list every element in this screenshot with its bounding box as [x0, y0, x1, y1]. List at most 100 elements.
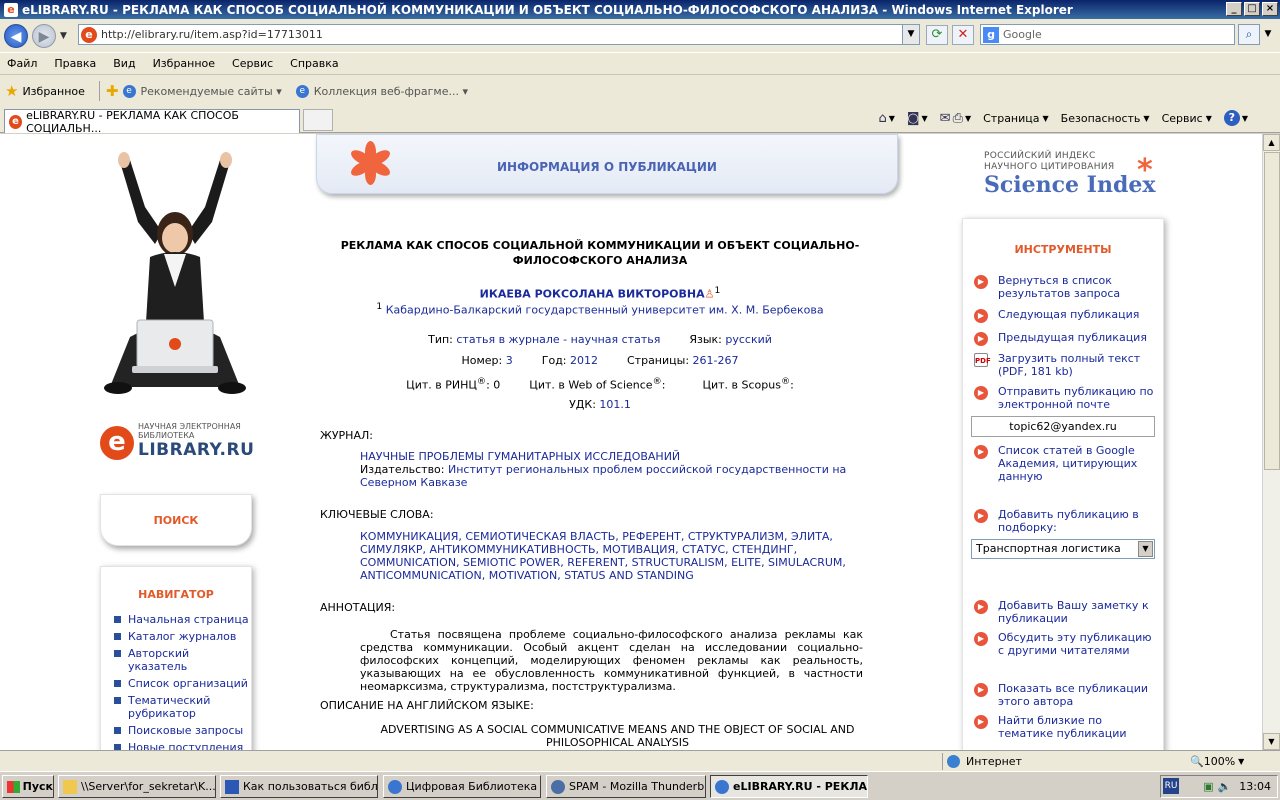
tab-elibrary[interactable]: e eLIBRARY.RU - РЕКЛАМА КАК СПОСОБ СОЦИА… — [4, 109, 300, 135]
udk-value[interactable]: 101.1 — [599, 398, 631, 411]
tool-link[interactable]: Показать все публикации этого автора — [998, 682, 1154, 708]
scroll-up-icon[interactable]: ▲ — [1263, 134, 1280, 151]
search-go-button[interactable]: ⌕ — [1238, 24, 1260, 45]
keywords-links[interactable]: КОММУНИКАЦИЯ, СЕМИОТИЧЕСКАЯ ВЛАСТЬ, РЕФЕ… — [360, 530, 850, 582]
scroll-down-icon[interactable]: ▼ — [1263, 733, 1280, 750]
tool-similar-publications[interactable]: ▶ Найти близкие по тематике публикации — [974, 714, 1154, 740]
volume-icon[interactable]: 🔈 — [1218, 780, 1232, 793]
page-dropdown-icon[interactable]: ▼ — [1043, 114, 1049, 123]
suggested-sites-link[interactable]: e Рекомендуемые сайты ▾ — [122, 84, 282, 98]
maximize-button[interactable]: □ — [1244, 2, 1260, 16]
task-ie-elibrary[interactable]: eLIBRARY.RU - РЕКЛА... — [710, 775, 868, 798]
home-dropdown-icon[interactable]: ▼ — [889, 114, 895, 123]
web-slice-gallery-link[interactable]: e Коллекция веб-фрагме... ▾ — [295, 84, 468, 98]
favorites-star-icon[interactable]: ★ — [5, 82, 18, 100]
task-word-doc[interactable]: Как пользоваться библ... — [220, 775, 378, 798]
tool-link[interactable]: Отправить публикацию по электронной почт… — [998, 385, 1154, 411]
tools-menu[interactable]: Сервис — [1162, 112, 1203, 125]
clock[interactable]: 13:04 — [1239, 780, 1271, 793]
nav-link[interactable]: Авторский указатель — [128, 647, 251, 673]
tool-link[interactable]: Добавить публикацию в подборку: — [998, 508, 1154, 534]
tool-send-email[interactable]: ▶ Отправить публикацию по электронной поч… — [974, 385, 1154, 411]
tool-link[interactable]: Обсудить эту публикацию с другими читате… — [998, 631, 1154, 657]
close-window-button[interactable]: × — [1262, 2, 1278, 16]
tool-link[interactable]: Предыдущая публикация — [998, 331, 1147, 344]
network-icon[interactable]: ▣ — [1203, 780, 1213, 793]
menu-favorites[interactable]: Избранное — [153, 57, 215, 70]
start-button[interactable]: Пуск — [2, 775, 54, 798]
tool-next-publication[interactable]: ▶ Следующая публикация — [974, 308, 1154, 323]
tool-download-pdf[interactable]: PDF Загрузить полный текст (PDF, 181 kb) — [974, 352, 1154, 378]
search-button[interactable]: ПОИСК — [100, 494, 252, 546]
favorites-button[interactable]: Избранное — [22, 85, 84, 98]
elibrary-logo[interactable]: e НАУЧНАЯ ЭЛЕКТРОННАЯ БИБЛИОТЕКА LIBRARY… — [100, 420, 260, 465]
nav-link[interactable]: Начальная страница — [128, 613, 249, 626]
nav-link[interactable]: Список организаций — [128, 677, 248, 690]
affiliation-link[interactable]: Кабардино-Балкарский государственный уни… — [386, 304, 824, 317]
history-dropdown-icon[interactable]: ▼ — [60, 31, 67, 41]
home-icon[interactable]: ⌂ — [878, 111, 886, 126]
nav-item-journals[interactable]: Каталог журналов — [114, 630, 251, 643]
journal-link[interactable]: НАУЧНЫЕ ПРОБЛЕМЫ ГУМАНИТАРНЫХ ИССЛЕДОВАН… — [360, 450, 850, 463]
nav-link[interactable]: Поисковые запросы — [128, 724, 243, 737]
mail-icon[interactable]: ✉ — [940, 111, 951, 126]
tool-link[interactable]: Вернуться в список результатов запроса — [998, 274, 1154, 300]
author-link[interactable]: ИКАЕВА РОКСОЛАНА ВИКТОРОВНА — [480, 288, 705, 301]
number-value[interactable]: 3 — [506, 354, 513, 367]
tool-discuss[interactable]: ▶ Обсудить эту публикацию с другими читат… — [974, 631, 1154, 657]
menu-help[interactable]: Справка — [290, 57, 338, 70]
tool-google-scholar[interactable]: ▶ Список статей в Google Академия, цитиру… — [974, 444, 1154, 483]
tool-back-to-results[interactable]: ▶ Вернуться в список результатов запроса — [974, 274, 1154, 300]
page-menu[interactable]: Страница — [983, 112, 1039, 125]
tool-link[interactable]: Список статей в Google Академия, цитирую… — [998, 444, 1154, 483]
menu-tools[interactable]: Сервис — [232, 57, 273, 70]
refresh-button[interactable]: ⟳ — [926, 25, 948, 45]
task-ie-digital-library[interactable]: Цифровая Библиотека ... — [383, 775, 541, 798]
nav-link[interactable]: Тематический рубрикатор — [128, 694, 251, 720]
tool-author-publications[interactable]: ▶ Показать все публикации этого автора — [974, 682, 1154, 708]
minimize-button[interactable]: _ — [1226, 2, 1242, 16]
vertical-scrollbar[interactable]: ▲ ▼ — [1262, 134, 1280, 750]
zoom-control[interactable]: 🔍 100% ▼ — [1190, 753, 1244, 770]
tool-link[interactable]: Следующая публикация — [998, 308, 1139, 321]
print-icon[interactable]: ⎙ — [953, 111, 963, 126]
nav-link[interactable]: Каталог журналов — [128, 630, 236, 643]
email-field[interactable]: topic62@yandex.ru — [971, 416, 1155, 437]
tool-add-note[interactable]: ▶ Добавить Вашу заметку к публикации — [974, 599, 1154, 625]
tool-link[interactable]: Добавить Вашу заметку к публикации — [998, 599, 1154, 625]
stop-button[interactable]: ✕ — [952, 25, 974, 45]
language-indicator[interactable]: RU — [1163, 778, 1179, 794]
search-options-dropdown-icon[interactable]: ▼ — [1262, 24, 1274, 45]
nav-link[interactable]: Новые поступления — [128, 741, 243, 750]
back-button[interactable]: ◀ — [4, 23, 28, 48]
nav-item-organizations[interactable]: Список организаций — [114, 677, 251, 690]
help-icon[interactable]: ? — [1223, 110, 1240, 126]
nav-item-rubricator[interactable]: Тематический рубрикатор — [114, 694, 251, 720]
nav-item-authors[interactable]: Авторский указатель — [114, 647, 251, 673]
safety-dropdown-icon[interactable]: ▼ — [1143, 114, 1149, 123]
nav-item-new[interactable]: Новые поступления — [114, 741, 251, 750]
feeds-icon[interactable]: ◙ — [907, 111, 920, 126]
safety-menu[interactable]: Безопасность — [1061, 112, 1141, 125]
menu-edit[interactable]: Правка — [54, 57, 96, 70]
scroll-thumb[interactable] — [1264, 152, 1280, 470]
tool-add-to-collection[interactable]: ▶ Добавить публикацию в подборку: — [974, 508, 1154, 534]
address-dropdown-icon[interactable]: ▼ — [902, 25, 919, 44]
author-profile-icon[interactable]: ♙ — [705, 288, 715, 301]
science-index-logo[interactable]: РОССИЙСКИЙ ИНДЕКС НАУЧНОГО ЦИТИРОВАНИЯ S… — [984, 151, 1164, 201]
collection-select[interactable]: Транспортная логистика ▼ — [971, 539, 1155, 559]
print-dropdown-icon[interactable]: ▼ — [965, 114, 971, 123]
nav-item-queries[interactable]: Поисковые запросы — [114, 724, 251, 737]
forward-button[interactable]: ▶ — [32, 23, 56, 48]
task-explorer-folder[interactable]: \\Server\for_sekretar\K... — [58, 775, 216, 798]
address-bar[interactable]: e http://elibrary.ru/item.asp?id=1771301… — [78, 24, 920, 45]
task-thunderbird[interactable]: SPAM - Mozilla Thunderbird — [546, 775, 706, 798]
tool-prev-publication[interactable]: ▶ Предыдущая публикация — [974, 331, 1154, 346]
tool-link[interactable]: Найти близкие по тематике публикации — [998, 714, 1154, 740]
menu-view[interactable]: Вид — [113, 57, 135, 70]
help-dropdown-icon[interactable]: ▼ — [1242, 114, 1248, 123]
tools-dropdown-icon[interactable]: ▼ — [1206, 114, 1212, 123]
tool-link[interactable]: Загрузить полный текст (PDF, 181 kb) — [998, 352, 1154, 378]
new-tab-button[interactable] — [303, 109, 333, 131]
menu-file[interactable]: Файл — [7, 57, 37, 70]
